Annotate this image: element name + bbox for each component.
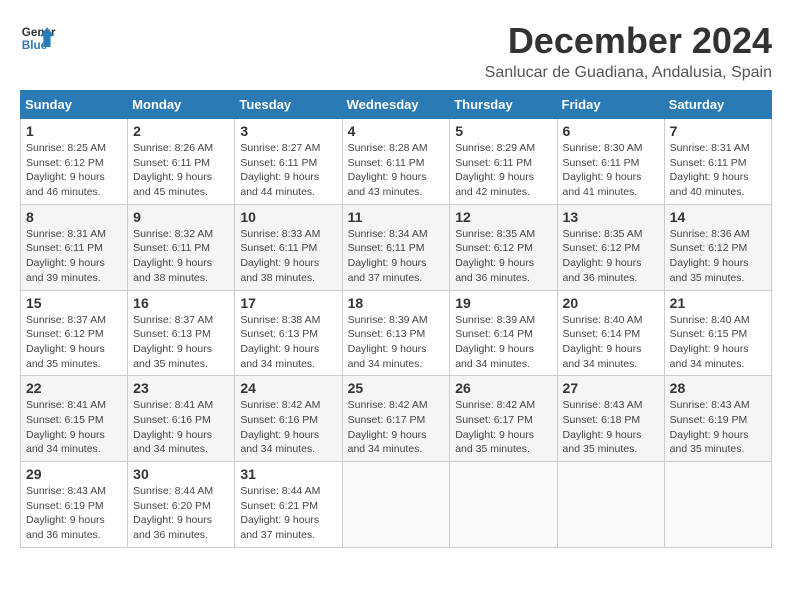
table-row: 11 Sunrise: 8:34 AMSunset: 6:11 PMDaylig… <box>342 204 450 290</box>
page-container: General Blue December 2024 Sanlucar de G… <box>20 20 772 548</box>
table-row: 30 Sunrise: 8:44 AMSunset: 6:20 PMDaylig… <box>128 462 235 548</box>
table-row: 12 Sunrise: 8:35 AMSunset: 6:12 PMDaylig… <box>450 204 557 290</box>
header: General Blue December 2024 Sanlucar de G… <box>20 20 772 82</box>
empty-cell <box>342 462 450 548</box>
table-row: 22 Sunrise: 8:41 AMSunset: 6:15 PMDaylig… <box>21 376 128 462</box>
table-row: 27 Sunrise: 8:43 AMSunset: 6:18 PMDaylig… <box>557 376 664 462</box>
table-row: 3 Sunrise: 8:27 AMSunset: 6:11 PMDayligh… <box>235 119 342 205</box>
calendar-table: Sunday Monday Tuesday Wednesday Thursday… <box>20 90 772 548</box>
table-row: 14 Sunrise: 8:36 AMSunset: 6:12 PMDaylig… <box>664 204 771 290</box>
table-row: 21 Sunrise: 8:40 AMSunset: 6:15 PMDaylig… <box>664 290 771 376</box>
title-block: December 2024 Sanlucar de Guadiana, Anda… <box>485 20 772 82</box>
table-row: 16 Sunrise: 8:37 AMSunset: 6:13 PMDaylig… <box>128 290 235 376</box>
table-row: 15 Sunrise: 8:37 AMSunset: 6:12 PMDaylig… <box>21 290 128 376</box>
table-row: 2 Sunrise: 8:26 AMSunset: 6:11 PMDayligh… <box>128 119 235 205</box>
empty-cell <box>664 462 771 548</box>
table-row: 25 Sunrise: 8:42 AMSunset: 6:17 PMDaylig… <box>342 376 450 462</box>
col-friday: Friday <box>557 91 664 119</box>
table-row: 10 Sunrise: 8:33 AMSunset: 6:11 PMDaylig… <box>235 204 342 290</box>
table-row: 1 Sunrise: 8:25 AMSunset: 6:12 PMDayligh… <box>21 119 128 205</box>
table-row: 13 Sunrise: 8:35 AMSunset: 6:12 PMDaylig… <box>557 204 664 290</box>
calendar-header-row: Sunday Monday Tuesday Wednesday Thursday… <box>21 91 772 119</box>
table-row: 31 Sunrise: 8:44 AMSunset: 6:21 PMDaylig… <box>235 462 342 548</box>
col-saturday: Saturday <box>664 91 771 119</box>
table-row: 6 Sunrise: 8:30 AMSunset: 6:11 PMDayligh… <box>557 119 664 205</box>
calendar-week-row: 1 Sunrise: 8:25 AMSunset: 6:12 PMDayligh… <box>21 119 772 205</box>
table-row: 20 Sunrise: 8:40 AMSunset: 6:14 PMDaylig… <box>557 290 664 376</box>
logo-icon: General Blue <box>20 20 56 56</box>
col-monday: Monday <box>128 91 235 119</box>
calendar-week-row: 29 Sunrise: 8:43 AMSunset: 6:19 PMDaylig… <box>21 462 772 548</box>
table-row: 23 Sunrise: 8:41 AMSunset: 6:16 PMDaylig… <box>128 376 235 462</box>
calendar-week-row: 22 Sunrise: 8:41 AMSunset: 6:15 PMDaylig… <box>21 376 772 462</box>
table-row: 9 Sunrise: 8:32 AMSunset: 6:11 PMDayligh… <box>128 204 235 290</box>
empty-cell <box>450 462 557 548</box>
table-row: 26 Sunrise: 8:42 AMSunset: 6:17 PMDaylig… <box>450 376 557 462</box>
calendar-week-row: 15 Sunrise: 8:37 AMSunset: 6:12 PMDaylig… <box>21 290 772 376</box>
calendar-week-row: 8 Sunrise: 8:31 AMSunset: 6:11 PMDayligh… <box>21 204 772 290</box>
table-row: 18 Sunrise: 8:39 AMSunset: 6:13 PMDaylig… <box>342 290 450 376</box>
table-row: 4 Sunrise: 8:28 AMSunset: 6:11 PMDayligh… <box>342 119 450 205</box>
col-wednesday: Wednesday <box>342 91 450 119</box>
table-row: 17 Sunrise: 8:38 AMSunset: 6:13 PMDaylig… <box>235 290 342 376</box>
empty-cell <box>557 462 664 548</box>
table-row: 29 Sunrise: 8:43 AMSunset: 6:19 PMDaylig… <box>21 462 128 548</box>
table-row: 28 Sunrise: 8:43 AMSunset: 6:19 PMDaylig… <box>664 376 771 462</box>
table-row: 5 Sunrise: 8:29 AMSunset: 6:11 PMDayligh… <box>450 119 557 205</box>
subtitle: Sanlucar de Guadiana, Andalusia, Spain <box>485 64 772 82</box>
table-row: 19 Sunrise: 8:39 AMSunset: 6:14 PMDaylig… <box>450 290 557 376</box>
logo: General Blue <box>20 20 56 56</box>
col-thursday: Thursday <box>450 91 557 119</box>
table-row: 24 Sunrise: 8:42 AMSunset: 6:16 PMDaylig… <box>235 376 342 462</box>
table-row: 7 Sunrise: 8:31 AMSunset: 6:11 PMDayligh… <box>664 119 771 205</box>
col-tuesday: Tuesday <box>235 91 342 119</box>
main-title: December 2024 <box>485 20 772 62</box>
table-row: 8 Sunrise: 8:31 AMSunset: 6:11 PMDayligh… <box>21 204 128 290</box>
col-sunday: Sunday <box>21 91 128 119</box>
